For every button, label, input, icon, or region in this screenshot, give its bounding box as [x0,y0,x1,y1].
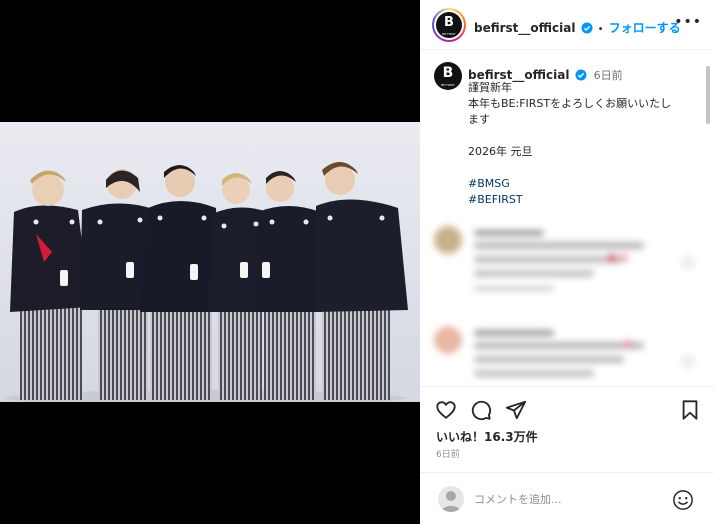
caption-line: 本年もBE:FIRSTをよろしくお願いいたし [468,97,672,110]
header-separator: • [597,24,604,35]
caption-scrollbar-thumb[interactable] [706,66,710,124]
emoji-icon[interactable] [672,489,694,511]
group-photo-image [5,162,408,402]
blurred-comments [432,222,702,382]
caption-line [468,128,708,144]
caption-text: 謹賀新年 本年もBE:FIRSTをよろしくお願いいたし ます 2026年 元旦 … [468,80,708,208]
blurred-comments-graphic [434,226,694,377]
header-text: befirst__official • フォローする [474,17,681,36]
likes-count[interactable]: いいね！16.3万件 [436,428,538,445]
hashtag-link[interactable]: #BEFIRST [468,192,708,208]
caption-line: ます [468,113,490,126]
post-time[interactable]: 6日前 [436,447,460,460]
share-icon[interactable] [505,399,527,421]
action-bar [420,386,714,426]
post-photo[interactable] [0,122,420,402]
caption-avatar-logo-subtext: BE:FIRST [441,83,455,87]
verified-icon [581,22,593,34]
caption-line: 謹賀新年 [468,81,512,94]
caption-avatar-logo-text: B [442,65,454,81]
caption-line [468,160,708,176]
post-media [0,0,420,524]
hashtag-link[interactable]: #BMSG [468,176,708,192]
heart-icon[interactable] [435,399,457,421]
avatar-story-ring[interactable]: B BE:FIRST [432,8,466,42]
post-header: B BE:FIRST befirst__official • フォローする ••… [420,0,714,50]
avatar-logo-text: B [444,15,454,30]
avatar-logo-subtext: BE:FIRST [442,32,456,36]
caption-avatar[interactable]: B BE:FIRST [434,62,462,90]
comment-input[interactable] [474,489,664,509]
header-username[interactable]: befirst__official [474,21,575,35]
avatar: B BE:FIRST [436,12,462,38]
follow-button[interactable]: フォローする [609,21,681,35]
comment-bar [420,472,714,524]
more-icon[interactable]: ••• [674,14,702,30]
post-side-panel: B BE:FIRST befirst__official • フォローする ••… [420,0,714,524]
bookmark-icon[interactable] [679,399,701,421]
user-avatar-icon [438,486,464,512]
caption-line: 2026年 元旦 [468,145,533,158]
comment-icon[interactable] [470,399,492,421]
